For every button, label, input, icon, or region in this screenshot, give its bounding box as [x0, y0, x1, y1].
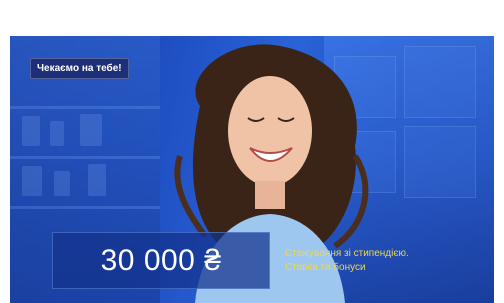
amount-box: 30 000 ₴	[52, 232, 270, 289]
subtitle-line-1: Стажування зі стипендією.	[285, 248, 409, 259]
tag-label: Чекаємо на тебе!	[30, 58, 129, 79]
promo-banner[interactable]: Чекаємо на тебе! 30 000 ₴ Стажування зі …	[10, 36, 494, 303]
amount-value: 30 000 ₴	[100, 243, 222, 277]
subtitle: Стажування зі стипендією. Ставка та бону…	[285, 247, 485, 275]
subtitle-line-2: Ставка та бонуси	[285, 262, 366, 273]
